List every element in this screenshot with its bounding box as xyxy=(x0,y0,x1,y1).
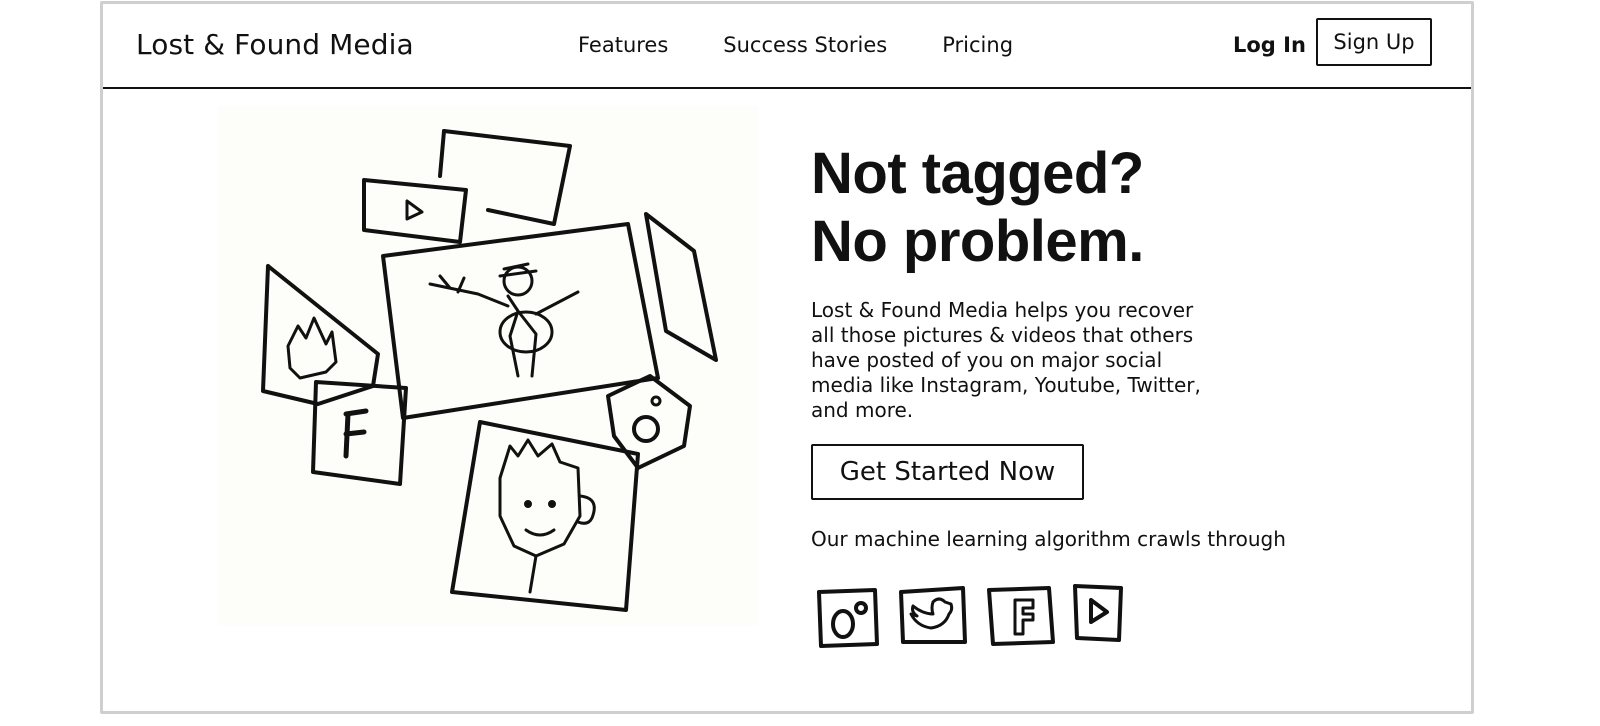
brand-logo[interactable]: Lost & Found Media xyxy=(136,28,414,61)
top-nav: Lost & Found Media Features Success Stor… xyxy=(103,4,1471,89)
nav-link-features[interactable]: Features xyxy=(578,33,668,57)
nav-link-pricing[interactable]: Pricing xyxy=(942,33,1013,57)
twitter-icon xyxy=(899,586,967,644)
hero-description: Lost & Found Media helps you recover all… xyxy=(811,298,1201,422)
nav-links: Features Success Stories Pricing xyxy=(578,33,1013,57)
hero-title: Not tagged? No problem. xyxy=(811,140,1144,276)
get-started-button[interactable]: Get Started Now xyxy=(811,444,1084,500)
hero-title-line-2: No problem. xyxy=(811,209,1144,274)
page-frame: Lost & Found Media Features Success Stor… xyxy=(100,1,1474,714)
facebook-icon xyxy=(987,586,1055,646)
platform-icons xyxy=(815,582,1125,648)
crawl-description: Our machine learning algorithm crawls th… xyxy=(811,527,1286,551)
login-link[interactable]: Log In xyxy=(1233,33,1306,57)
signup-button[interactable]: Sign Up xyxy=(1316,18,1432,66)
instagram-icon xyxy=(817,588,879,648)
youtube-icon xyxy=(1073,584,1123,642)
nav-link-success-stories[interactable]: Success Stories xyxy=(723,33,887,57)
sketch-collage-icon xyxy=(218,106,758,626)
hero-title-line-1: Not tagged? xyxy=(811,141,1144,206)
